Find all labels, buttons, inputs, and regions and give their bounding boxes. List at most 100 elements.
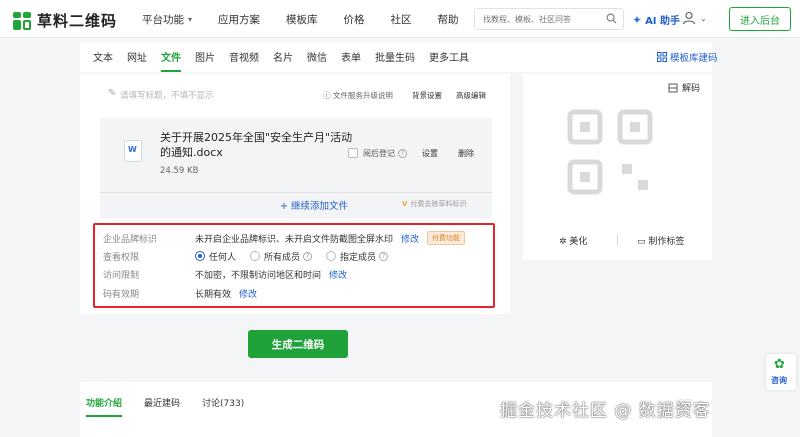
nav-label: 社区 <box>390 14 412 26</box>
remove-branding-link[interactable]: V 付费去除草料标识 <box>402 199 466 209</box>
help-icon[interactable]: ? <box>398 149 407 158</box>
consult-button[interactable]: ✿ 咨询 <box>766 354 796 390</box>
vip-icon: V <box>402 200 408 208</box>
user-icon <box>682 11 696 25</box>
read-register-label: 阅后登记? <box>363 148 407 159</box>
grid-icon <box>657 52 667 62</box>
tab-file[interactable]: 文件 <box>161 49 181 72</box>
label-icon: ▭ <box>637 237 649 247</box>
nav-item-solutions[interactable]: 应用方案 <box>218 12 260 27</box>
upgrade-info-link[interactable]: ⓘ 文件服务升级说明 <box>323 90 393 101</box>
nav-label: 模板库 <box>286 14 318 26</box>
enter-dashboard-button[interactable]: 进入后台 <box>729 7 791 31</box>
validity-label: 码有效期 <box>103 289 140 300</box>
file-size: 24.59 KB <box>160 166 199 176</box>
qr-placeholder-icon <box>567 109 653 195</box>
tab-audio-video[interactable]: 音视频 <box>229 49 259 72</box>
validity-edit-link[interactable]: 修改 <box>239 287 257 300</box>
make-label-button[interactable]: ▭ 制作标签 <box>637 234 684 247</box>
nav-label: 平台功能 <box>142 14 184 26</box>
help-icon[interactable]: ? <box>303 251 313 261</box>
access-limit-label: 访问限制 <box>103 270 140 281</box>
settings-panel: 企业品牌标识 未开启企业品牌标识、未开启文件防截图全屏水印 修改 付费功能 查看… <box>93 223 495 308</box>
template-library-link[interactable]: 模板库建码 <box>657 50 718 64</box>
access-edit-link[interactable]: 修改 <box>329 268 347 281</box>
tab-text[interactable]: 文本 <box>93 49 113 72</box>
view-permission-label: 查看权限 <box>103 252 140 263</box>
title-bar: ✎ 请填写标题，不填不显示 ⓘ 文件服务升级说明 背景设置 高级编辑 <box>98 88 496 104</box>
tab-more-tools[interactable]: 更多工具 <box>429 49 469 72</box>
nav-label: 帮助 <box>437 14 459 26</box>
sparkle-icon: ✦ <box>632 12 643 27</box>
tab-feature-intro[interactable]: 功能介绍 <box>86 396 123 417</box>
decode-button[interactable]: 解码 <box>668 81 700 94</box>
nav-item-pricing[interactable]: 价格 <box>344 12 365 27</box>
validity-value: 长期有效 <box>195 289 232 300</box>
brand-row: 企业品牌标识 未开启企业品牌标识、未开启文件防截图全屏水印 修改 付费功能 <box>103 230 466 246</box>
radio-off-icon <box>326 251 337 261</box>
brand-edit-link[interactable]: 修改 <box>401 232 419 245</box>
qr-actions: ✲ 美化 ▭ 制作标签 <box>523 232 712 248</box>
tab-form[interactable]: 表单 <box>341 49 361 72</box>
nav-label: 价格 <box>343 14 365 26</box>
tab-image[interactable]: 图片 <box>195 49 215 72</box>
remove-branding-label: 付费去除草料标识 <box>410 200 467 208</box>
search-input[interactable] <box>475 9 600 29</box>
chat-icon: ✿ <box>774 357 785 372</box>
help-icon[interactable]: ? <box>379 251 389 261</box>
consult-label: 咨询 <box>771 376 787 385</box>
tab-recent-codes[interactable]: 最近建码 <box>144 396 180 417</box>
tab-discussion[interactable]: 讨论(733) <box>202 396 244 417</box>
brand-value: 未开启企业品牌标识、未开启文件防截图全屏水印 <box>195 234 394 245</box>
nav-label: 应用方案 <box>218 14 261 26</box>
ai-assistant-label: AI 助手 <box>645 16 681 27</box>
logo-text: 草料二维码 <box>37 12 118 30</box>
scan-icon <box>668 83 678 92</box>
nav-item-community[interactable]: 社区 <box>391 12 412 27</box>
tab-batch[interactable]: 批量生码 <box>375 49 415 72</box>
radio-anyone[interactable]: 任何人 <box>195 250 236 263</box>
advanced-edit-button[interactable]: 高级编辑 <box>456 90 486 101</box>
upgrade-info-label: 文件服务升级说明 <box>332 91 393 100</box>
file-delete-button[interactable]: 删除 <box>458 148 474 159</box>
read-register-checkbox[interactable] <box>348 148 358 158</box>
nav-item-help[interactable]: 帮助 <box>438 12 459 27</box>
logo-icon <box>13 11 31 30</box>
file-card: W 关于开展2025年全国"安全生产月"活动的通知.docx 24.59 KB … <box>100 118 492 186</box>
tab-url[interactable]: 网址 <box>127 49 147 72</box>
tab-wechat[interactable]: 微信 <box>307 49 327 72</box>
radio-specified-members[interactable]: 指定成员? <box>326 250 389 263</box>
beautify-button[interactable]: ✲ 美化 <box>559 234 587 247</box>
validity-row: 码有效期 长期有效 修改 <box>103 285 257 301</box>
decode-label: 解码 <box>682 84 701 94</box>
add-file-button[interactable]: + 继续添加文件 <box>280 198 348 212</box>
file-settings-button[interactable]: 设置 <box>422 148 438 159</box>
generate-qr-button[interactable]: 生成二维码 <box>248 330 348 358</box>
template-library-label: 模板库建码 <box>670 53 718 64</box>
file-name: 关于开展2025年全国"安全生产月"活动的通知.docx <box>160 131 353 159</box>
radio-off-icon <box>250 251 261 261</box>
bottom-tabs: 功能介绍 最近建码 讨论(733) <box>86 396 266 417</box>
info-icon: ⓘ <box>323 91 333 100</box>
add-file-row: + 继续添加文件 V 付费去除草料标识 <box>100 192 492 214</box>
nav-item-platform[interactable]: 平台功能 ▾ <box>142 12 192 27</box>
divider <box>617 234 618 246</box>
watermark: 掘金技术社区 @ 数据资客 <box>500 401 711 421</box>
search-box <box>474 8 624 30</box>
nav-item-templates[interactable]: 模板库 <box>286 12 318 27</box>
main-nav: 平台功能 ▾ 应用方案 模板库 价格 社区 帮助 <box>142 12 485 27</box>
background-settings-button[interactable]: 背景设置 <box>412 90 442 101</box>
radio-all-members[interactable]: 所有成员? <box>250 250 313 263</box>
user-menu[interactable]: ⌄ <box>682 11 707 25</box>
search-icon[interactable] <box>606 13 617 24</box>
tab-business-card[interactable]: 名片 <box>273 49 293 72</box>
view-permission-row: 查看权限 任何人 所有成员? 指定成员? <box>103 248 402 264</box>
title-input[interactable]: 请填写标题，不填不显示 <box>120 89 214 101</box>
radio-on-icon <box>195 251 205 261</box>
chevron-down-icon: ⌄ <box>700 13 707 23</box>
ai-assistant-button[interactable]: ✦ AI 助手 <box>632 12 681 28</box>
palette-icon: ✲ <box>559 237 570 247</box>
word-document-icon: W <box>124 140 142 162</box>
logo[interactable]: 草料二维码 <box>13 10 117 31</box>
access-limit-row: 访问限制 不加密，不限制访问地区和时间 修改 <box>103 266 347 282</box>
